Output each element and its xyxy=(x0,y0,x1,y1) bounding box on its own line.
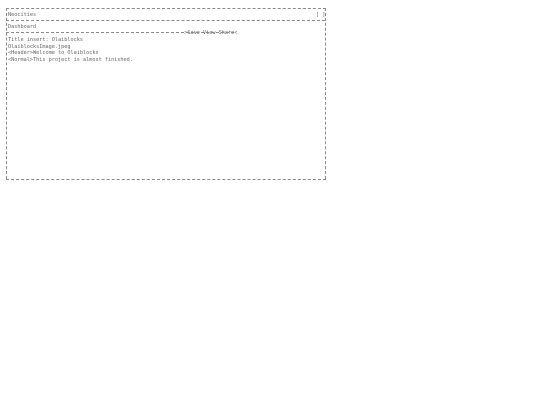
editor-line-3: <Header>Welcome to Olaiblocks xyxy=(8,50,99,56)
editor-line-4: <Normal>This project is almost finished. xyxy=(8,56,133,63)
window-title: Neocities xyxy=(8,12,37,18)
editor-line-1: Title insert: Olaiblocks xyxy=(8,37,83,43)
frame-top-border xyxy=(6,8,326,9)
toolbar-divider xyxy=(6,32,234,33)
window-close-button[interactable]: [ ] xyxy=(316,12,325,18)
frame-left-border xyxy=(6,8,7,179)
dashboard-link[interactable]: Dashboard xyxy=(8,24,36,30)
editor-line-2: OlaiblocksImage.jpeg xyxy=(8,43,71,50)
frame-right-border xyxy=(325,8,326,179)
toolbar-actions: >Save View Share< xyxy=(178,24,237,37)
title-divider xyxy=(6,20,325,21)
frame-bottom-border xyxy=(6,179,326,180)
toolbar-close-marker: < xyxy=(234,30,238,37)
